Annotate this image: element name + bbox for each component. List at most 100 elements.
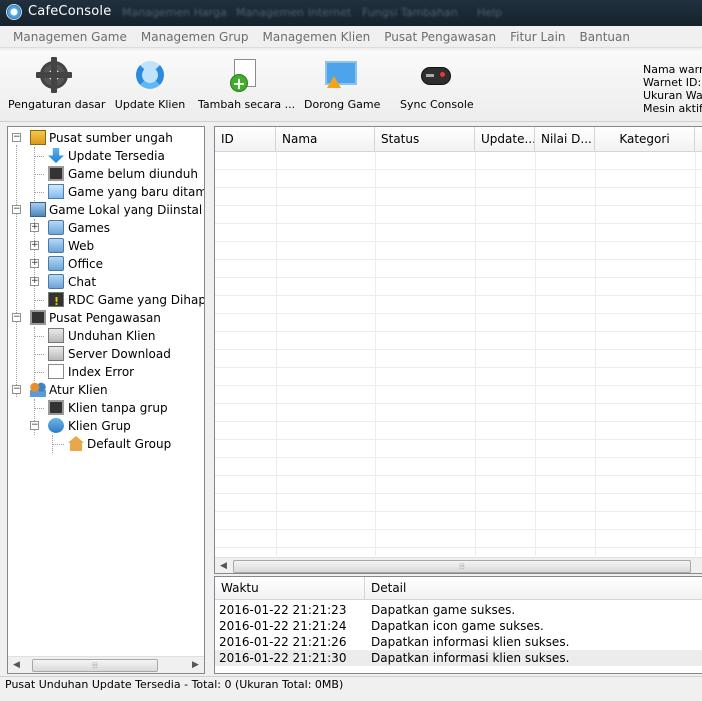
table-row[interactable] [215, 170, 702, 188]
log-row[interactable]: 2016-01-22 21:21:24 Dapatkan icon game s… [215, 618, 702, 634]
tree-item-game-baru-ditambah[interactable]: Game yang baru ditambah [12, 183, 204, 201]
tree-item-klien-grup[interactable]: − Klien Grup [12, 417, 202, 435]
tree-horizontal-scrollbar[interactable]: ◀ ⦙⦙⦙ ▶ [8, 656, 204, 673]
table-row[interactable] [215, 242, 702, 260]
pengaturan-dasar-button[interactable]: Pengaturan dasar [8, 57, 105, 111]
tree-item-pusat-sumber[interactable]: − Pusat sumber ungah [12, 129, 202, 147]
column-header-nilai[interactable]: Nilai D... [535, 127, 595, 152]
table-row[interactable] [215, 386, 702, 404]
table-row[interactable] [215, 188, 702, 206]
table-row[interactable] [215, 404, 702, 422]
table-row[interactable] [215, 458, 702, 476]
expand-toggle[interactable]: + [30, 259, 39, 268]
expand-toggle[interactable]: + [30, 277, 39, 286]
column-header-id[interactable]: ID [215, 127, 276, 152]
update-klien-button[interactable]: Update Klien [114, 58, 186, 111]
menu-bantuan[interactable]: Bantuan [580, 30, 630, 44]
table-row[interactable] [215, 296, 702, 314]
table-row[interactable] [215, 278, 702, 296]
table-row[interactable] [215, 368, 702, 386]
table-row[interactable] [215, 494, 702, 512]
table-row[interactable] [215, 206, 702, 224]
menu-managemen-game[interactable]: Managemen Game [13, 30, 127, 44]
tree-item-index-error[interactable]: Index Error [12, 363, 202, 381]
gamepad-icon [419, 58, 453, 92]
status-bar: Pusat Unduhan Update Tersedia - Total: 0… [0, 676, 702, 701]
column-header-kategori[interactable]: Kategori [595, 127, 695, 152]
menu-managemen-grup[interactable]: Managemen Grup [141, 30, 249, 44]
column-header-waktu[interactable]: Waktu [215, 577, 365, 600]
collapse-toggle[interactable]: − [12, 205, 21, 214]
menu-managemen-klien[interactable]: Managemen Klien [263, 30, 371, 44]
dorong-game-button[interactable]: Dorong Game [304, 58, 381, 111]
table-row[interactable] [215, 350, 702, 368]
table-row[interactable] [215, 440, 702, 458]
sync-console-button[interactable]: Sync Console [400, 58, 474, 111]
scroll-left-icon[interactable]: ◀ [215, 558, 232, 573]
table-row[interactable] [215, 224, 702, 242]
tree-item-office[interactable]: + Office [12, 255, 202, 273]
table-row[interactable] [215, 260, 702, 278]
table-row[interactable] [215, 530, 702, 548]
log-row[interactable]: 2016-01-22 21:21:26 Dapatkan informasi k… [215, 634, 702, 650]
app-icon [6, 4, 22, 20]
navigation-tree[interactable]: − Pusat sumber ungah Update Tersedia Gam… [7, 126, 205, 674]
tree-item-atur-klien[interactable]: − Atur Klien [12, 381, 202, 399]
warnet-id-text: Warnet ID: 1 [643, 76, 702, 89]
log-row[interactable]: 2016-01-22 21:21:30 Dapatkan informasi k… [215, 650, 702, 666]
push-monitor-icon [324, 58, 358, 92]
table-row[interactable] [215, 422, 702, 440]
expand-toggle[interactable]: + [30, 241, 39, 250]
column-header-status[interactable]: Status [375, 127, 475, 152]
tree-item-game-belum-diunduh[interactable]: Game belum diunduh [12, 165, 202, 183]
collapse-toggle[interactable]: − [12, 385, 21, 394]
column-header-update[interactable]: Update... [475, 127, 535, 152]
tree-item-rdc-game-dihapus[interactable]: RDC Game yang Dihapus [12, 291, 204, 311]
warning-monitor-icon [48, 292, 64, 311]
collapse-toggle[interactable]: − [12, 133, 21, 142]
column-header-nama[interactable]: Nama [276, 127, 375, 152]
tree-item-default-group[interactable]: Default Group [12, 435, 202, 453]
activity-log[interactable]: Waktu Detail 2016-01-22 21:21:23 Dapatka… [214, 576, 702, 674]
log-detail: Dapatkan game sukses. [371, 603, 516, 617]
scroll-right-icon[interactable]: ▶ [187, 657, 204, 673]
menu-fitur-lain[interactable]: Fitur Lain [510, 30, 565, 44]
tree-item-klien-tanpa-grup[interactable]: Klien tanpa grup [12, 399, 202, 417]
log-time: 2016-01-22 21:21:26 [219, 635, 347, 649]
tree-item-update-tersedia[interactable]: Update Tersedia [12, 147, 202, 165]
menu-pusat-pengawasan[interactable]: Pusat Pengawasan [384, 30, 496, 44]
tree-item-chat[interactable]: + Chat [12, 273, 202, 291]
tree-item-games[interactable]: + Games [12, 219, 202, 237]
collapse-toggle[interactable]: − [12, 313, 21, 322]
table-row[interactable] [215, 152, 702, 170]
toolbar: Pengaturan dasar Update Klien + Tambah s… [0, 50, 702, 122]
collapse-toggle[interactable]: − [30, 421, 39, 430]
tree-item-label: Klien Grup [68, 419, 131, 433]
tree-item-unduhan-klien[interactable]: Unduhan Klien [12, 327, 202, 345]
table-row[interactable] [215, 476, 702, 494]
table-row[interactable] [215, 332, 702, 350]
tree-item-server-download[interactable]: Server Download [12, 345, 202, 363]
tree-item-game-lokal[interactable]: − Game Lokal yang Diinstal [12, 201, 202, 219]
blurred-menu-item: Managemen Internet [236, 6, 352, 19]
scroll-thumb[interactable]: ⦙⦙⦙ [233, 560, 691, 573]
table-horizontal-scrollbar[interactable]: ◀ ⦙⦙⦙ [215, 557, 702, 573]
table-row[interactable] [215, 512, 702, 530]
update-klien-label: Update Klien [114, 98, 186, 111]
tree-item-web[interactable]: + Web [12, 237, 202, 255]
log-row[interactable]: 2016-01-22 21:21:23 Dapatkan game sukses… [215, 602, 702, 618]
tree-item-label: Game Lokal yang Diinstal [49, 203, 203, 217]
expand-toggle[interactable]: + [30, 223, 39, 232]
tambah-secara-button[interactable]: + Tambah secara ... [198, 58, 295, 111]
dorong-game-label: Dorong Game [304, 98, 381, 111]
tree-item-pusat-pengawasan[interactable]: − Pusat Pengawasan [12, 309, 202, 327]
scroll-left-icon[interactable]: ◀ [8, 657, 25, 673]
column-header-detail[interactable]: Detail [365, 577, 702, 600]
menu-bar: Managemen Game Managemen Grup Managemen … [0, 26, 702, 48]
tree-item-label: Default Group [87, 437, 172, 451]
table-row[interactable] [215, 314, 702, 332]
scroll-thumb[interactable]: ⦙⦙⦙ [32, 659, 158, 672]
download-arrow-icon [48, 148, 64, 163]
game-list-table[interactable]: ID Nama Status Update... Nilai D... Kate… [214, 126, 702, 574]
log-time: 2016-01-22 21:21:24 [219, 619, 347, 633]
